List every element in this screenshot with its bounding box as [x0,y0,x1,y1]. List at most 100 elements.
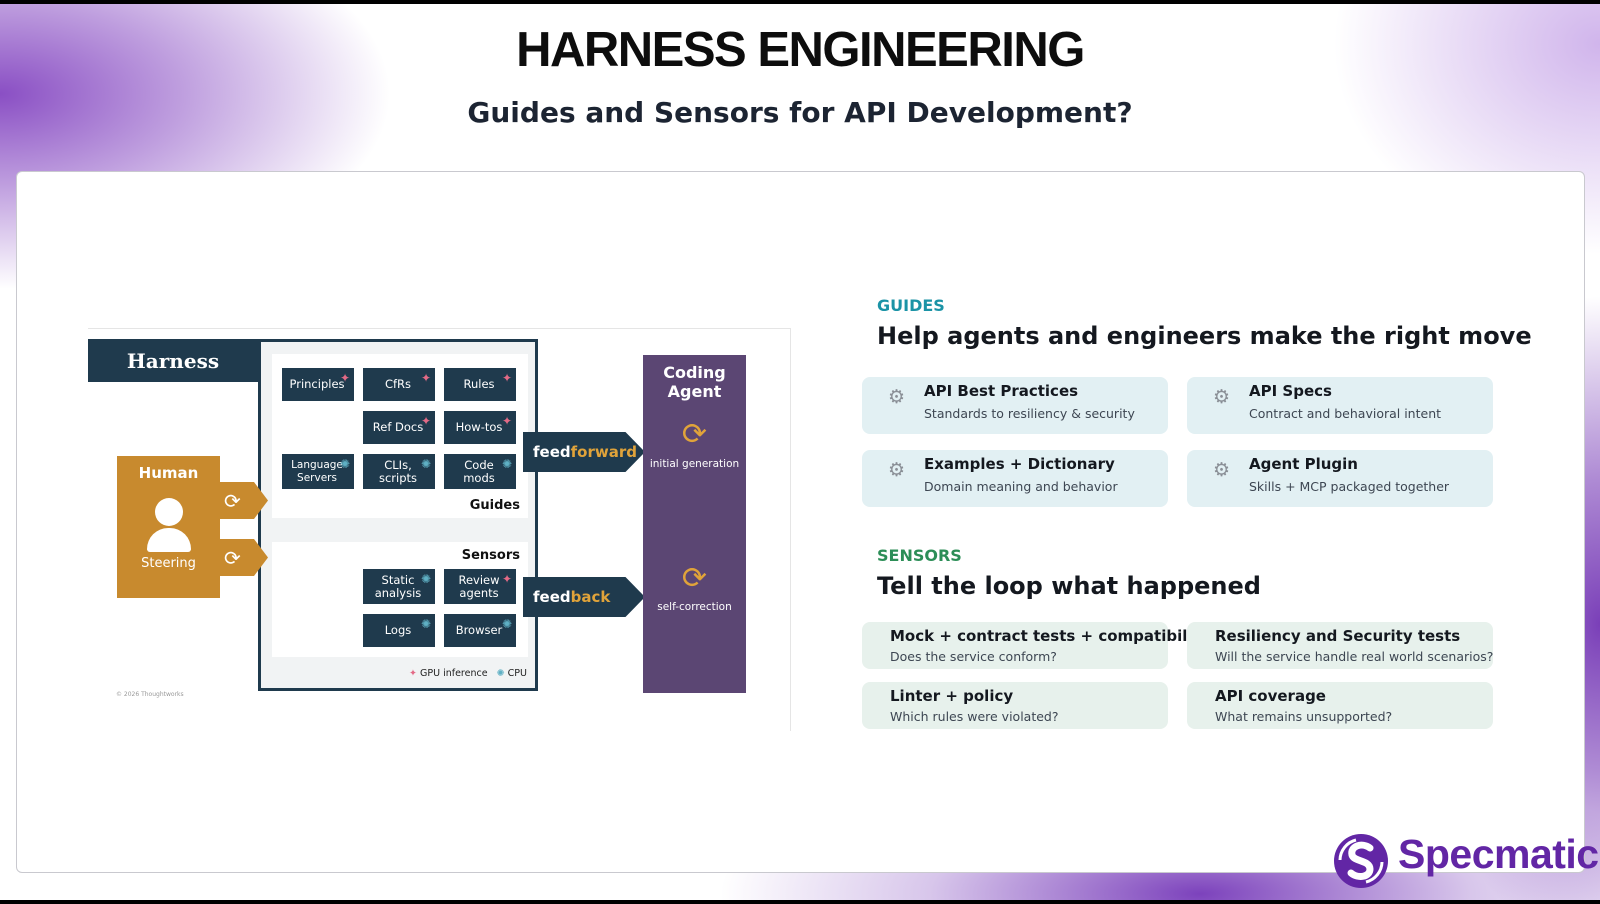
guide-desc: Contract and behavioral intent [1249,406,1442,421]
feedback-arrow: feed back [523,577,645,617]
sensor-title: Mock + contract tests + compatibility [890,627,1210,645]
sensor-desc: What remains unsupported? [1215,709,1393,724]
guides-label: Guides [469,498,520,513]
self-correction-label: self-correction [657,601,732,613]
initial-generation-label: initial generation [649,458,740,470]
gpu-sparkle-icon: ✦ [420,371,431,385]
gear-icon: ⚙ [1213,459,1231,481]
human-label: Human [138,464,199,482]
chip-browser: Browser ✺ [444,614,516,647]
gear-icon: ⚙ [888,459,906,481]
person-icon-body [147,528,191,552]
chip-how-tos: How-tos ✦ [444,411,516,444]
chip-label: Ref Docs [372,420,424,434]
guide-card: ⚙ API Specs Contract and behavioral inte… [1187,377,1493,434]
copyright: © 2026 Thoughtworks [116,691,184,698]
chip-logs: Logs ✺ [363,614,435,647]
sensor-title: API coverage [1215,687,1326,705]
gpu-sparkle-icon: ✦ [409,668,417,679]
cycle-icon: ⟳ [224,545,241,570]
cycle-icon: ⟳ [681,561,708,596]
guide-card: ⚙ Examples + Dictionary Domain meaning a… [862,450,1168,507]
chip-clis-scripts: CLIs, scripts ✺ [363,454,435,489]
chip-label: CfRs [384,377,412,391]
legend-gpu: GPU inference [420,668,488,679]
guide-card: ⚙ Agent Plugin Skills + MCP packaged tog… [1187,450,1493,507]
chip-label: How-tos [455,420,503,434]
feedforward-accent: forward [570,443,637,461]
sensors-panel: Sensors Static analysis ✺ Review agents ✦ … [272,542,528,657]
chip-label: Static analysis [374,572,422,600]
cpu-gear-icon: ✺ [339,457,350,471]
gpu-sparkle-icon: ✦ [501,572,512,586]
person-icon [155,498,183,526]
guides-panel: Principles ✦ CfRs ✦ Rules ✦ Ref Docs ✦ How-t… [272,354,528,518]
cycle-icon: ⟳ [681,417,708,452]
specmatic-wordmark: Specmatic [1398,831,1599,877]
feedback-accent: back [570,588,611,606]
guide-desc: Skills + MCP packaged together [1249,479,1450,494]
sensor-desc: Which rules were violated? [890,709,1059,724]
sensor-card: API coverage What remains unsupported? [1187,682,1493,729]
gear-icon: ⚙ [888,386,906,408]
guide-title: Agent Plugin [1249,455,1358,473]
sensor-card: Resiliency and Security tests Will the s… [1187,622,1493,669]
gear-icon: ⚙ [1213,386,1231,408]
chip-ref-docs: Ref Docs ✦ [363,411,435,444]
legend: ✦ GPU inference ✺ CPU [409,668,527,679]
sensors-heading: Tell the loop what happened [877,572,1261,600]
harness-box: Principles ✦ CfRs ✦ Rules ✦ Ref Docs ✦ How-t… [258,339,538,691]
legend-cpu: CPU [507,668,527,679]
cpu-gear-icon: ✺ [501,457,512,471]
chip-language-servers: Language Servers ✺ [282,454,354,489]
chip-review-agents: Review agents ✦ [444,569,516,604]
specmatic-logo-icon [1334,834,1388,888]
chip-label: Logs [384,623,412,637]
human-box: Human Steering [117,456,220,598]
coding-agent-title: Coding Agent [663,363,726,401]
feedback-text: feed [533,588,571,606]
chip-label: Code mods [463,457,495,485]
harness-diagram: Harness Principles ✦ CfRs ✦ Rules ✦ Ref Doc… [88,328,791,731]
harness-label: Harness [88,339,258,382]
chip-principles: Principles ✦ [282,368,354,401]
feedforward-text: feed [533,443,571,461]
guide-card: ⚙ API Best Practices Standards to resili… [862,377,1168,434]
gpu-sparkle-icon: ✦ [420,414,431,428]
chip-label: Review agents [458,572,500,600]
chip-code-mods: Code mods ✺ [444,454,516,489]
coding-agent-box: Coding Agent ⟳ initial generation ⟳ self… [643,355,746,693]
chip-label: Principles [289,377,345,391]
chip-cfrs: CfRs ✦ [363,368,435,401]
sensor-title: Resiliency and Security tests [1215,627,1461,645]
guides-section-label: GUIDES [877,296,945,315]
guide-title: Examples + Dictionary [924,455,1115,473]
guide-title: API Best Practices [924,382,1079,400]
guide-desc: Domain meaning and behavior [924,479,1118,494]
chip-label: Browser [455,623,503,637]
feedforward-arrow: feed forward [523,432,645,472]
chip-label: Rules [463,377,495,391]
sensor-title: Linter + policy [890,687,1014,705]
sensors-label: Sensors [461,548,520,563]
guide-title: API Specs [1249,382,1332,400]
chip-rules: Rules ✦ [444,368,516,401]
cycle-icon: ⟳ [224,488,241,513]
chip-label: Language Servers [291,458,343,484]
steering-label: Steering [141,556,196,571]
sensor-desc: Will the service handle real world scena… [1215,649,1494,664]
cpu-gear-icon: ✺ [501,617,512,631]
sensor-desc: Does the service conform? [890,649,1057,664]
gpu-sparkle-icon: ✦ [501,414,512,428]
slide-title: HARNESS ENGINEERING [516,23,1085,77]
cpu-gear-icon: ✺ [420,457,431,471]
sensor-card: Linter + policy Which rules were violate… [862,682,1168,729]
gpu-sparkle-icon: ✦ [339,371,350,385]
guides-heading: Help agents and engineers make the right… [877,322,1532,350]
sensor-card: Mock + contract tests + compatibility Do… [862,622,1209,669]
guide-desc: Standards to resiliency & security [924,406,1135,421]
cpu-gear-icon: ✺ [420,572,431,586]
chip-label: CLIs, scripts [378,457,418,485]
gpu-sparkle-icon: ✦ [501,371,512,385]
sensors-section-label: SENSORS [877,546,962,565]
